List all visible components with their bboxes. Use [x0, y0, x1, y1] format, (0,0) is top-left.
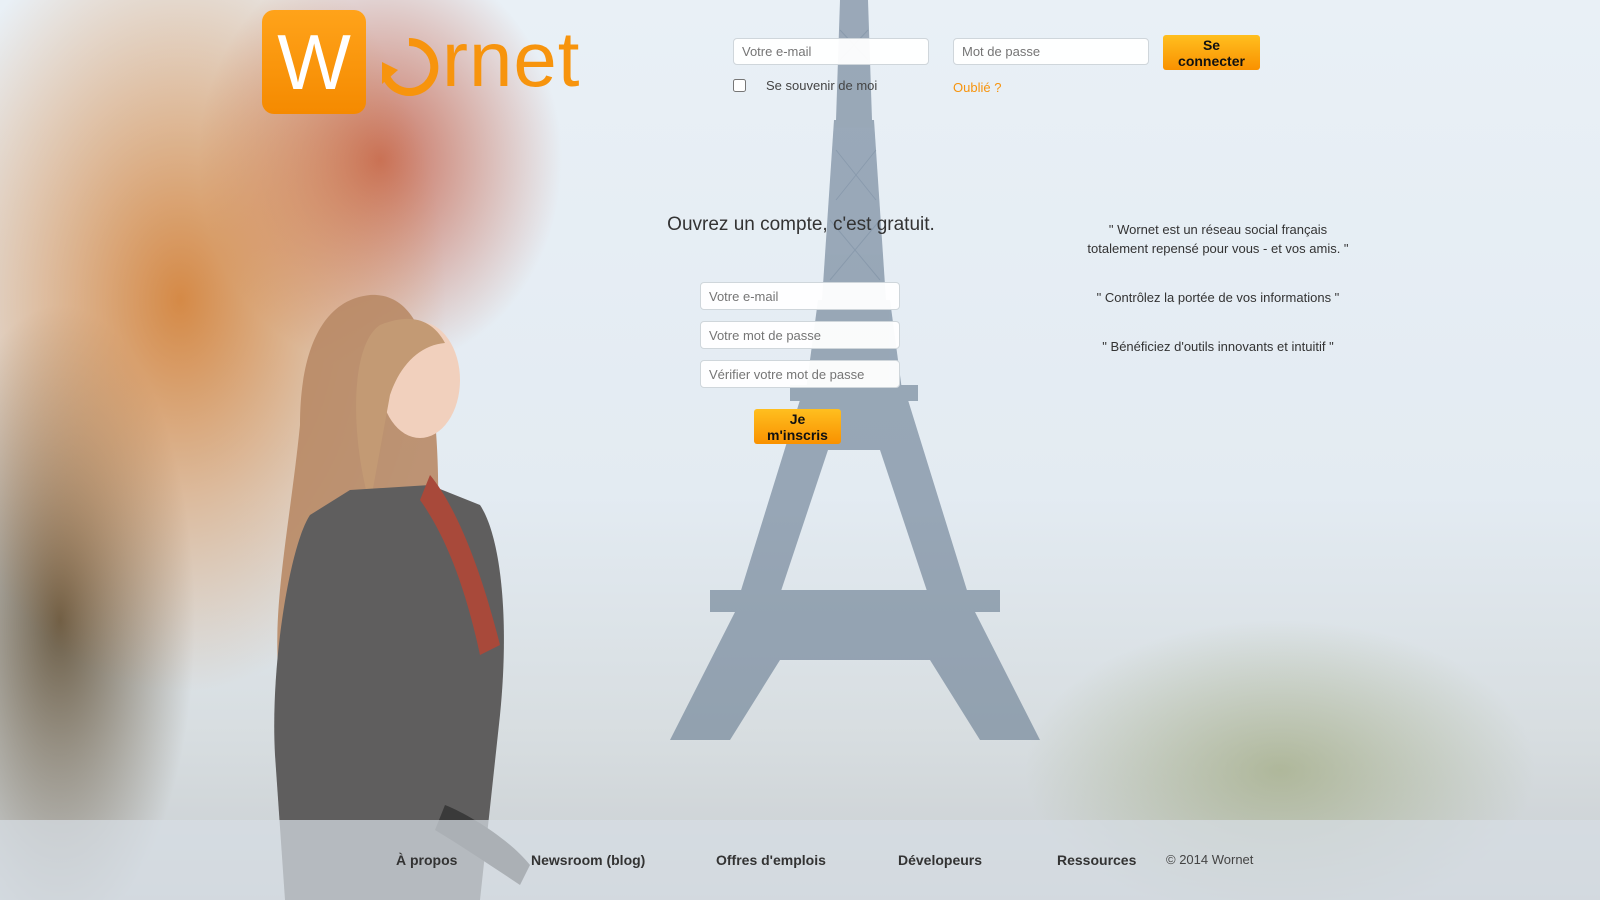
quote-line: " Contrôlez la portée de vos information… — [1096, 290, 1340, 305]
copyright: © 2014 Wornet — [1166, 852, 1254, 867]
logo-wordmark: rnet — [442, 14, 581, 103]
circular-arrow-icon — [382, 37, 439, 96]
login-button[interactable]: Se connecter — [1163, 35, 1260, 70]
signup-email-input[interactable] — [700, 282, 900, 310]
quote-control: " Contrôlez la portée de vos information… — [1070, 288, 1366, 307]
footer-link-resources[interactable]: Ressources — [1057, 852, 1136, 868]
login-password-input[interactable] — [953, 38, 1149, 65]
remember-me[interactable]: Se souvenir de moi — [733, 78, 877, 93]
forgot-password-link[interactable]: Oublié ? — [953, 80, 1001, 95]
remember-me-checkbox[interactable] — [733, 79, 746, 92]
footer-link-developers[interactable]: Dévelopeurs — [898, 852, 982, 868]
quote-line: " Bénéficiez d'outils innovants et intui… — [1102, 339, 1334, 354]
quote-line: totalement repensé pour vous - et vos am… — [1087, 241, 1349, 256]
signup-password-input[interactable] — [700, 321, 900, 349]
quote-tools: " Bénéficiez d'outils innovants et intui… — [1070, 337, 1366, 356]
signup-verify-password-input[interactable] — [700, 360, 900, 388]
footer-link-newsroom[interactable]: Newsroom (blog) — [531, 852, 645, 868]
woman-photo-background — [274, 294, 530, 900]
logo-letter-box: W — [262, 10, 366, 114]
signup-title: Ouvrez un compte, c'est gratuit. — [667, 214, 935, 235]
login-email-input[interactable] — [733, 38, 929, 65]
quote-social-network: " Wornet est un réseau social français t… — [1070, 220, 1366, 258]
footer-link-jobs[interactable]: Offres d'emplois — [716, 852, 826, 868]
wornet-logo[interactable]: W rnet — [262, 10, 580, 114]
quote-line: " Wornet est un réseau social français — [1108, 222, 1328, 237]
eiffel-tower-background — [670, 0, 1040, 740]
footer-link-about[interactable]: À propos — [396, 852, 457, 868]
footer: À propos Newsroom (blog) Offres d'emploi… — [0, 820, 1600, 900]
signup-button[interactable]: Je m'inscris — [754, 409, 841, 444]
remember-me-label: Se souvenir de moi — [766, 78, 878, 93]
